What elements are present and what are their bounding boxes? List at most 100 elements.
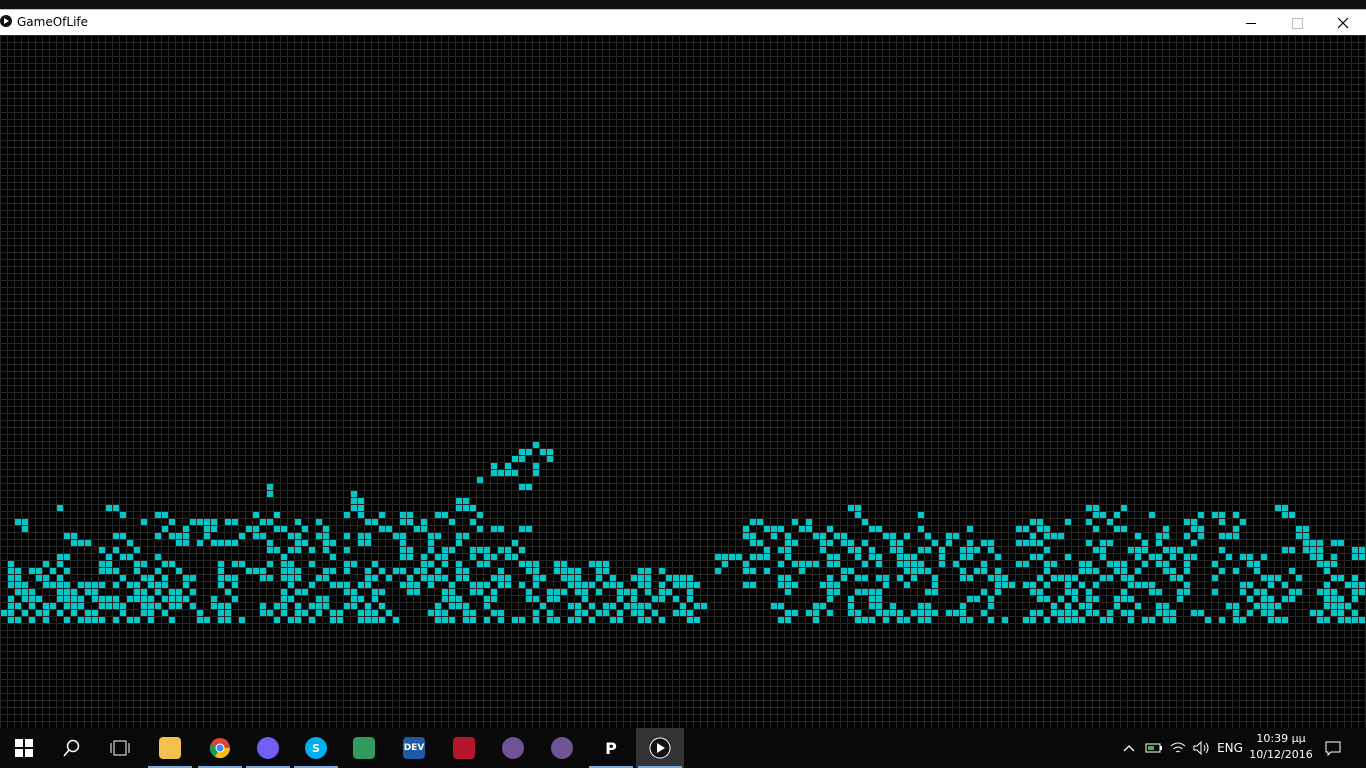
- viber-button[interactable]: [244, 728, 292, 768]
- live-cell: [1282, 582, 1288, 588]
- live-cell: [960, 575, 966, 581]
- live-cell: [470, 547, 476, 553]
- live-cell: [428, 582, 434, 588]
- live-cell: [498, 617, 504, 623]
- dev-cpp-button[interactable]: DEV: [390, 728, 438, 768]
- live-cell: [1352, 582, 1358, 588]
- gameoflife-button[interactable]: [636, 728, 684, 768]
- live-cell: [974, 596, 980, 602]
- live-cell: [78, 540, 84, 546]
- live-cell: [169, 603, 175, 609]
- live-cell: [99, 596, 105, 602]
- live-cell: [274, 617, 280, 623]
- live-cell: [218, 603, 224, 609]
- live-cell: [1247, 554, 1253, 560]
- live-cell: [869, 589, 875, 595]
- live-cell: [316, 519, 322, 525]
- live-cell: [1331, 603, 1337, 609]
- live-cell: [785, 575, 791, 581]
- live-cell: [407, 554, 413, 560]
- live-cell: [897, 561, 903, 567]
- live-cell: [1310, 540, 1316, 546]
- live-cell: [876, 589, 882, 595]
- live-cell: [617, 582, 623, 588]
- live-cell: [1352, 596, 1358, 602]
- battery-button[interactable]: [1142, 728, 1166, 768]
- live-cell: [1275, 617, 1281, 623]
- show-hidden-icons-button[interactable]: [1118, 728, 1140, 768]
- network-button[interactable]: [1166, 728, 1190, 768]
- window-titlebar[interactable]: GameOfLife: [0, 9, 1366, 36]
- live-cell: [1170, 617, 1176, 623]
- live-cell: [197, 540, 203, 546]
- live-cell: [141, 603, 147, 609]
- live-cell: [953, 610, 959, 616]
- live-cell: [813, 610, 819, 616]
- task-view-button[interactable]: [96, 728, 144, 768]
- file-explorer-button[interactable]: [146, 728, 194, 768]
- github-desktop-button[interactable]: [489, 728, 537, 768]
- live-cell: [190, 589, 196, 595]
- live-cell: [512, 456, 518, 462]
- live-cell: [365, 519, 371, 525]
- live-cell: [281, 610, 287, 616]
- live-cell: [1338, 540, 1344, 546]
- live-cell: [400, 547, 406, 553]
- mendeley-button[interactable]: [440, 728, 488, 768]
- live-cell: [267, 547, 273, 553]
- minimize-button[interactable]: [1228, 10, 1274, 36]
- live-cell: [407, 589, 413, 595]
- processing-button[interactable]: P: [587, 728, 635, 768]
- language-indicator[interactable]: ENG: [1214, 728, 1246, 768]
- github-desktop-2-button[interactable]: [538, 728, 586, 768]
- live-cell: [498, 610, 504, 616]
- live-cell: [932, 610, 938, 616]
- github-icon: [551, 737, 573, 759]
- live-cell: [22, 526, 28, 532]
- live-cell: [155, 568, 161, 574]
- live-cell: [967, 554, 973, 560]
- live-cell: [561, 561, 567, 567]
- game-canvas[interactable]: [0, 35, 1366, 728]
- live-cell: [1212, 512, 1218, 518]
- live-cell: [848, 505, 854, 511]
- notepad-button[interactable]: [340, 728, 388, 768]
- live-cell: [484, 554, 490, 560]
- live-cell: [554, 568, 560, 574]
- live-cell: [281, 554, 287, 560]
- live-cell: [792, 561, 798, 567]
- live-cell: [967, 547, 973, 553]
- search-button[interactable]: [48, 728, 96, 768]
- skype-button[interactable]: S: [292, 728, 340, 768]
- live-cell: [1261, 603, 1267, 609]
- live-cell: [876, 554, 882, 560]
- live-cell: [666, 575, 672, 581]
- live-cell: [141, 596, 147, 602]
- live-cell: [1275, 575, 1281, 581]
- live-cell: [932, 589, 938, 595]
- live-cell: [680, 603, 686, 609]
- close-button[interactable]: [1320, 10, 1366, 36]
- live-cell: [834, 561, 840, 567]
- live-cell: [197, 610, 203, 616]
- live-cell: [855, 617, 861, 623]
- maximize-button[interactable]: [1274, 10, 1320, 36]
- start-button[interactable]: [0, 728, 48, 768]
- live-cell: [1359, 617, 1365, 623]
- live-cell: [141, 519, 147, 525]
- action-center-button[interactable]: [1318, 728, 1348, 768]
- live-cell: [1030, 540, 1036, 546]
- chrome-button[interactable]: [196, 728, 244, 768]
- live-cell: [211, 519, 217, 525]
- clock[interactable]: 10:39 μμ 10/12/2016: [1246, 731, 1316, 763]
- life-grid[interactable]: [0, 35, 1366, 728]
- live-cell: [827, 589, 833, 595]
- live-cell: [1289, 547, 1295, 553]
- volume-button[interactable]: [1190, 728, 1214, 768]
- live-cell: [750, 568, 756, 574]
- live-cell: [1296, 533, 1302, 539]
- live-cell: [92, 610, 98, 616]
- live-cell: [1247, 610, 1253, 616]
- live-cell: [624, 603, 630, 609]
- live-cell: [771, 533, 777, 539]
